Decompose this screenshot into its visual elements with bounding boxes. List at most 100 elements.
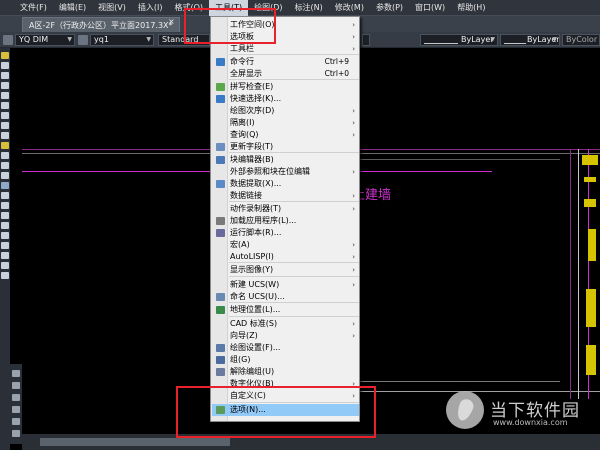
menu-item-label: 向导(Z) <box>230 331 258 340</box>
point-tool-icon[interactable] <box>1 162 9 169</box>
circle-tool-icon[interactable] <box>1 102 9 109</box>
menu-item-label: 隔离(I) <box>230 118 255 127</box>
dimension-style-select[interactable]: YQ DIM ▼ <box>15 34 75 46</box>
dimension-style-value: YQ DIM <box>19 35 49 44</box>
title-block-mark <box>588 229 596 261</box>
tools-menu-item[interactable]: 外部参照和块在位编辑 › <box>212 166 359 178</box>
menu-insert[interactable]: 插入(I) <box>132 0 169 16</box>
offset-tool-icon[interactable] <box>1 252 9 259</box>
layer-icon[interactable] <box>78 35 88 45</box>
menu-item-label: 地理位置(L)... <box>230 305 281 314</box>
submenu-arrow-icon: › <box>352 266 355 274</box>
tools-menu-item[interactable]: 显示图像(Y) › <box>212 264 359 276</box>
tools-menu-item[interactable]: 查询(Q) › <box>212 129 359 141</box>
menu-item-label: 块编辑器(B) <box>230 155 274 164</box>
table-tool-icon[interactable] <box>1 202 9 209</box>
menu-edit[interactable]: 编辑(E) <box>53 0 92 16</box>
tools-menu-item[interactable]: 命名 UCS(U)... <box>212 291 359 303</box>
rectangle-tool-icon[interactable] <box>1 82 9 89</box>
polygon-tool-icon[interactable] <box>1 72 9 79</box>
explode-tool-icon[interactable] <box>12 430 20 437</box>
tools-menu-item[interactable]: 隔离(I) › <box>212 117 359 129</box>
lineweight-select[interactable]: ByLayer ▼ <box>500 34 560 46</box>
insert-block-tool-icon[interactable] <box>1 142 9 149</box>
tools-menu-item[interactable]: 数据链接 › <box>212 190 359 202</box>
line-tool-icon[interactable] <box>1 52 9 59</box>
submenu-arrow-icon: › <box>352 192 355 200</box>
revcloud-tool-icon[interactable] <box>1 112 9 119</box>
tools-menu-item[interactable]: 命令行 Ctrl+9 <box>212 56 359 68</box>
quick-select-icon <box>216 95 225 103</box>
make-block-tool-icon[interactable] <box>1 152 9 159</box>
title-block-mark <box>582 155 598 165</box>
tools-menu-item[interactable]: 向导(Z) › <box>212 330 359 342</box>
spline-tool-icon[interactable] <box>1 122 9 129</box>
hatch-tool-icon[interactable] <box>1 172 9 179</box>
array-tool-icon[interactable] <box>1 262 9 269</box>
menu-modify[interactable]: 修改(M) <box>329 0 370 16</box>
close-tab-icon[interactable]: × <box>168 17 175 26</box>
tools-menu-item[interactable]: CAD 标准(S) › <box>212 318 359 330</box>
menu-item-label: 快速选择(K)... <box>230 94 282 103</box>
extend-tool-icon[interactable] <box>12 418 20 425</box>
document-tab[interactable]: A区-2F（行政办公区）平立面2017.3X* <box>22 17 180 32</box>
mirror-tool-icon[interactable] <box>1 242 9 249</box>
rotate-tool-icon[interactable] <box>12 370 20 377</box>
submenu-arrow-icon: › <box>352 119 355 127</box>
tools-menu-item[interactable]: 新建 UCS(W) › <box>212 279 359 291</box>
menu-item-label: 绘图次序(D) <box>230 106 275 115</box>
tools-menu-item[interactable]: 解除编组(U) <box>212 366 359 378</box>
submenu-arrow-icon: › <box>352 107 355 115</box>
menu-window[interactable]: 窗口(W) <box>409 0 451 16</box>
menu-parametric[interactable]: 参数(P) <box>370 0 409 16</box>
stretch-tool-icon[interactable] <box>12 394 20 401</box>
polyline-tool-icon[interactable] <box>1 62 9 69</box>
title-block-mark <box>584 177 596 182</box>
scrollbar-thumb[interactable] <box>40 438 230 446</box>
tools-menu-item[interactable]: 组(G) <box>212 354 359 366</box>
scale-tool-icon[interactable] <box>12 382 20 389</box>
tools-menu-item[interactable]: 动作录制器(T) › <box>212 203 359 215</box>
menu-view[interactable]: 视图(V) <box>92 0 132 16</box>
tools-menu-item[interactable]: 更新字段(T) <box>212 141 359 153</box>
tools-menu-item[interactable]: 快速选择(K)... <box>212 93 359 105</box>
gradient-tool-icon[interactable] <box>1 182 9 189</box>
arc-tool-icon[interactable] <box>1 92 9 99</box>
mtext-tool-icon[interactable] <box>1 212 9 219</box>
plotstyle-select[interactable]: ByColor <box>562 34 600 46</box>
linetype-select[interactable]: ByLayer ▼ <box>420 34 498 46</box>
tools-menu-item[interactable]: 工具栏 › <box>212 43 359 55</box>
menu-file[interactable]: 文件(F) <box>14 0 53 16</box>
tools-menu-item[interactable]: 数据提取(X)... <box>212 178 359 190</box>
region-tool-icon[interactable] <box>1 192 9 199</box>
erase-tool-icon[interactable] <box>1 222 9 229</box>
watermark-logo-icon <box>446 391 484 429</box>
submenu-arrow-icon: › <box>352 131 355 139</box>
tools-menu-item[interactable]: 块编辑器(B) <box>212 154 359 166</box>
tools-menu-item[interactable]: 绘图设置(F)... <box>212 342 359 354</box>
menu-item-label: 绘图设置(F)... <box>230 343 281 352</box>
copy-tool-icon[interactable] <box>1 232 9 239</box>
trim-tool-icon[interactable] <box>12 406 20 413</box>
block-editor-icon <box>216 156 225 164</box>
menu-item-label: 全屏显示 <box>230 69 262 78</box>
menu-item-label: 新建 UCS(W) <box>230 280 280 289</box>
tools-menu-item[interactable]: 拼写检查(E) <box>212 81 359 93</box>
submenu-arrow-icon: › <box>352 253 355 261</box>
tools-menu-item[interactable]: AutoLISP(I) › <box>212 251 359 263</box>
color-select[interactable] <box>362 34 370 46</box>
tools-menu-item[interactable]: 宏(A) › <box>212 239 359 251</box>
tools-menu-item[interactable]: 地理位置(L)... <box>212 304 359 316</box>
tools-menu-item[interactable]: 绘图次序(D) › <box>212 105 359 117</box>
move-tool-icon[interactable] <box>1 272 9 279</box>
tools-menu-item[interactable]: 全屏显示 Ctrl+0 <box>212 68 359 80</box>
tools-menu-item[interactable]: 运行脚本(R)... <box>212 227 359 239</box>
menu-help[interactable]: 帮助(H) <box>451 0 491 16</box>
load-application-icon <box>216 217 225 225</box>
tools-menu-item[interactable]: 加载应用程序(L)... <box>212 215 359 227</box>
dimension-style-icon[interactable] <box>3 35 13 45</box>
layer-select[interactable]: yq1 ▼ <box>90 34 154 46</box>
menu-dimension[interactable]: 标注(N) <box>289 0 329 16</box>
drawing-line <box>578 149 579 399</box>
ellipse-tool-icon[interactable] <box>1 132 9 139</box>
